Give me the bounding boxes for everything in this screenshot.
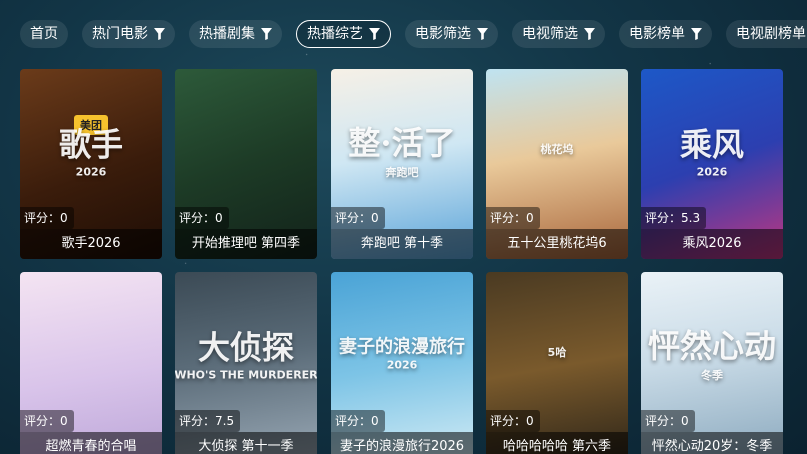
rating-value: 0 — [371, 211, 379, 225]
rating-value: 0 — [681, 414, 689, 428]
poster-artwork-text: 桃花坞 — [541, 141, 574, 157]
poster-artwork-text: 妻子的浪漫旅行 2026 — [339, 332, 465, 371]
poster-sub-text: 桃花坞 — [540, 142, 574, 156]
program-card[interactable]: 桃花坞 评分：0 五十公里桃花坞6 — [486, 69, 628, 259]
program-title: 开始推理吧 第四季 — [175, 229, 317, 259]
program-card[interactable]: 大侦探 WHO'S THE MURDERER 评分：7.5 大侦探 第十一季 — [175, 272, 317, 454]
rating-badge: 评分：7.5 — [175, 410, 241, 432]
poster-main-text: 妻子的浪漫旅行 — [339, 336, 465, 358]
poster-sub-text: 2026 — [696, 165, 728, 179]
filter-icon — [261, 28, 272, 40]
program-card[interactable]: 美团 歌手 2026 评分：0 歌手2026 — [20, 69, 162, 259]
tab-label: 热播剧集 — [199, 26, 255, 42]
program-card[interactable]: 5哈 评分：0 哈哈哈哈哈 第六季 — [486, 272, 628, 454]
rating-badge: 评分：0 — [20, 410, 74, 432]
tab-5[interactable]: 电视筛选 — [512, 20, 605, 48]
program-title: 五十公里桃花坞6 — [486, 229, 628, 259]
rating-value: 0 — [371, 414, 379, 428]
tab-3[interactable]: 热播综艺 — [296, 20, 391, 48]
program-title: 妻子的浪漫旅行2026 — [331, 432, 473, 454]
rating-badge: 评分：0 — [641, 410, 695, 432]
program-title: 大侦探 第十一季 — [175, 432, 317, 454]
tab-1[interactable]: 热门电影 — [82, 20, 175, 48]
tab-label: 电视剧榜单 — [736, 26, 806, 42]
rating-label: 评分： — [645, 211, 682, 225]
poster-main-text: 歌手 — [58, 125, 124, 164]
program-card[interactable]: 评分：0 开始推理吧 第四季 — [175, 69, 317, 259]
rating-value: 0 — [526, 211, 534, 225]
poster-main-text: 怦然心动 — [647, 326, 777, 365]
filter-icon — [369, 28, 380, 40]
tab-label: 热门电影 — [92, 26, 148, 42]
rating-label: 评分： — [335, 414, 372, 428]
poster-sub-text: 2026 — [386, 358, 418, 372]
rating-badge: 评分：0 — [331, 410, 385, 432]
poster-main-text: 乘风 — [679, 125, 745, 164]
tab-label: 电视筛选 — [522, 26, 578, 42]
rating-badge: 评分：5.3 — [641, 207, 707, 229]
tab-0[interactable]: 首页 — [20, 20, 68, 48]
tab-4[interactable]: 电影筛选 — [405, 20, 498, 48]
rating-label: 评分： — [335, 211, 372, 225]
program-title: 奔跑吧 第十季 — [331, 229, 473, 259]
rating-value: 0 — [215, 211, 223, 225]
poster-sub-text: 2026 — [75, 165, 107, 179]
rating-label: 评分： — [179, 414, 216, 428]
rating-value: 0 — [526, 414, 534, 428]
rating-label: 评分： — [24, 414, 61, 428]
program-card[interactable]: 妻子的浪漫旅行 2026 评分：0 妻子的浪漫旅行2026 — [331, 272, 473, 454]
program-card[interactable]: 怦然心动 冬季 评分：0 怦然心动20岁：冬季 — [641, 272, 783, 454]
tab-label: 首页 — [30, 26, 58, 42]
filter-icon — [154, 28, 165, 40]
rating-value: 0 — [60, 414, 68, 428]
rating-badge: 评分：0 — [175, 207, 229, 229]
rating-badge: 评分：0 — [486, 207, 540, 229]
program-title: 怦然心动20岁：冬季 — [641, 432, 783, 454]
poster-sub-text: 冬季 — [700, 368, 723, 382]
poster-artwork-text: 乘风 2026 — [680, 119, 744, 178]
rating-label: 评分： — [24, 211, 61, 225]
program-title: 哈哈哈哈哈 第六季 — [486, 432, 628, 454]
rating-value: 5.3 — [681, 211, 701, 225]
category-tab-bar: 首页 热门电影 热播剧集 热播综艺 电影筛选 电视筛选 电影榜单 电视剧榜单 — [20, 20, 807, 48]
rating-badge: 评分：0 — [486, 410, 540, 432]
tab-6[interactable]: 电影榜单 — [619, 20, 712, 48]
poster-artwork-text: 整·活了奔跑吧 — [348, 118, 455, 180]
tab-2[interactable]: 热播剧集 — [189, 20, 282, 48]
program-title: 超燃青春的合唱 — [20, 432, 162, 454]
rating-label: 评分： — [645, 414, 682, 428]
rating-badge: 评分：0 — [331, 207, 385, 229]
program-title: 歌手2026 — [20, 229, 162, 259]
poster-main-text: 整·活了 — [348, 123, 456, 162]
rating-badge: 评分：0 — [20, 207, 74, 229]
tab-label: 热播综艺 — [307, 25, 363, 42]
tab-7[interactable]: 电视剧榜单 — [726, 20, 807, 48]
filter-icon — [584, 28, 595, 40]
rating-value: 0 — [60, 211, 68, 225]
poster-main-text: 大侦探 — [197, 328, 294, 367]
filter-icon — [691, 28, 702, 40]
rating-label: 评分： — [490, 414, 527, 428]
rating-label: 评分： — [179, 211, 216, 225]
poster-artwork-text: 5哈 — [548, 344, 567, 360]
program-card[interactable]: 乘风 2026 评分：5.3 乘风2026 — [641, 69, 783, 259]
poster-sub-text: 5哈 — [547, 345, 567, 359]
tab-label: 电影榜单 — [629, 26, 685, 42]
poster-sub-text: 奔跑吧 — [385, 165, 419, 179]
poster-sub-text: WHO'S THE MURDERER — [175, 368, 317, 382]
poster-artwork-text: 歌手 2026 — [59, 119, 123, 178]
program-title: 乘风2026 — [641, 229, 783, 259]
filter-icon — [477, 28, 488, 40]
program-card[interactable]: 整·活了 奔跑吧 评分：0 奔跑吧 第十季 — [331, 69, 473, 259]
program-card[interactable]: 评分：0 超燃青春的合唱 — [20, 272, 162, 454]
rating-label: 评分： — [490, 211, 527, 225]
tab-label: 电影筛选 — [415, 26, 471, 42]
poster-artwork-text: 怦然心动 冬季 — [648, 321, 776, 383]
poster-artwork-text: 大侦探 WHO'S THE MURDERER — [175, 322, 317, 381]
rating-value: 7.5 — [215, 414, 235, 428]
